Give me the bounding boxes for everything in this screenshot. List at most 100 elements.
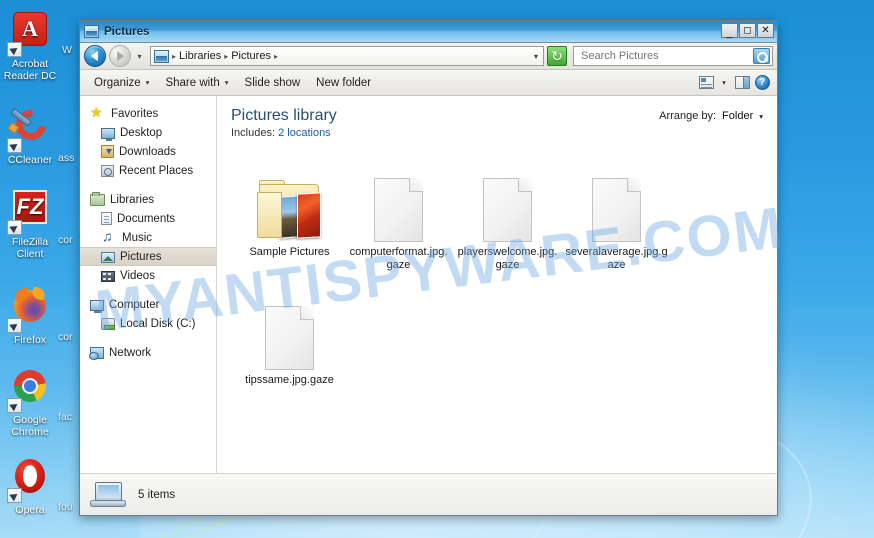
- help-icon: [754, 75, 770, 90]
- new-folder-button[interactable]: New folder: [308, 74, 379, 92]
- new-folder-label: New folder: [316, 76, 372, 89]
- sidebar-item-music[interactable]: Music: [80, 228, 216, 247]
- chevron-down-icon: ▾: [722, 78, 726, 87]
- desktop-icon-filezilla-client[interactable]: FZ FileZilla Client: [0, 190, 60, 260]
- breadcrumb-separator: ▸: [224, 51, 229, 61]
- maximize-button[interactable]: ◻: [739, 23, 756, 38]
- desktop-icon-acrobat-reader-dc[interactable]: A Acrobat Reader DC: [0, 12, 60, 82]
- local-disk-icon: [101, 318, 115, 330]
- desktop-icon-label: Acrobat Reader DC: [3, 58, 57, 82]
- obscured-desktop-label: W: [62, 44, 72, 56]
- sidebar-label: Computer: [109, 298, 160, 311]
- chevron-down-icon: ▾: [759, 111, 763, 121]
- chrome-icon: [7, 368, 52, 413]
- library-header: Pictures library Includes: 2 locations A…: [217, 96, 777, 143]
- content-pane: Pictures library Includes: 2 locations A…: [217, 96, 777, 473]
- obscured-desktop-label: cor: [58, 331, 73, 343]
- sidebar-item-favorites[interactable]: Favorites: [80, 104, 216, 123]
- forward-button[interactable]: [109, 45, 131, 67]
- minimize-button[interactable]: _: [721, 23, 738, 39]
- view-dropdown-button[interactable]: ▾: [717, 75, 731, 91]
- sidebar-item-downloads[interactable]: Downloads: [80, 142, 216, 161]
- nav-group-libraries: Libraries Documents Music Pictures: [80, 190, 216, 285]
- file-name: playerswelcome.jpg.gaze: [457, 246, 558, 271]
- recent-places-icon: [101, 165, 114, 177]
- window-controls: _ ◻ ✕: [721, 23, 774, 39]
- search-box[interactable]: [573, 46, 773, 66]
- sidebar-item-recent-places[interactable]: Recent Places: [80, 161, 216, 180]
- breadcrumb-separator: ▸: [172, 51, 177, 61]
- organize-label: Organize: [94, 76, 141, 89]
- file-icon-wrap: [456, 156, 559, 242]
- sidebar-label: Downloads: [119, 145, 176, 158]
- blank-document-icon: [265, 306, 314, 370]
- slide-show-button[interactable]: Slide show: [237, 74, 309, 92]
- sidebar-item-documents[interactable]: Documents: [80, 209, 216, 228]
- sidebar-label: Network: [109, 346, 152, 359]
- file-item-sample-pictures[interactable]: Sample Pictures: [235, 151, 344, 279]
- change-view-button[interactable]: [697, 75, 715, 91]
- ccleaner-icon: [7, 103, 53, 153]
- arrange-by-value[interactable]: Folder: [722, 110, 753, 122]
- organize-button[interactable]: Organize ▾: [86, 74, 157, 92]
- desktop-icon-label: Opera: [15, 504, 45, 516]
- address-dropdown-caret[interactable]: ▾: [534, 52, 540, 61]
- sidebar-item-videos[interactable]: Videos: [80, 266, 216, 285]
- close-button[interactable]: ✕: [757, 23, 774, 38]
- search-input[interactable]: [579, 49, 753, 63]
- help-button[interactable]: [753, 75, 771, 91]
- window-title: Pictures: [104, 25, 150, 38]
- desktop-icon: [101, 127, 115, 141]
- sidebar-item-pictures[interactable]: Pictures: [80, 247, 216, 266]
- title-bar[interactable]: Pictures _ ◻ ✕: [80, 21, 777, 43]
- sidebar-label: Pictures: [120, 250, 162, 263]
- desktop-icon-google-chrome[interactable]: Google Chrome: [0, 368, 60, 438]
- file-item-severalaverage[interactable]: severalaverage.jpg.gaze: [562, 151, 671, 279]
- file-item-tipssame[interactable]: tipssame.jpg.gaze: [235, 279, 344, 394]
- file-item-computerformat[interactable]: computerformat.jpg.gaze: [344, 151, 453, 279]
- sidebar-item-local-disk[interactable]: Local Disk (C:): [80, 314, 216, 333]
- desktop-icon-ccleaner[interactable]: CCleaner: [0, 103, 60, 166]
- breadcrumb-pictures[interactable]: Pictures: [231, 50, 271, 62]
- file-icon-wrap: [565, 156, 668, 242]
- address-bar[interactable]: ▸ Libraries ▸ Pictures ▸ ▾: [150, 46, 544, 66]
- sidebar-label: Local Disk (C:): [120, 317, 196, 330]
- obscured-desktop-label: cor: [58, 234, 73, 246]
- desktop-icon-firefox[interactable]: Firefox: [0, 286, 60, 346]
- page-title: Pictures library: [231, 107, 337, 124]
- recent-pages-caret[interactable]: ▾: [134, 52, 145, 61]
- search-icon[interactable]: [753, 48, 770, 64]
- sidebar-label: Documents: [117, 212, 176, 225]
- desktop-icon-opera[interactable]: Opera: [0, 458, 60, 516]
- obscured-desktop-label: ass: [58, 152, 75, 164]
- refresh-button[interactable]: [547, 46, 567, 66]
- sidebar-item-computer[interactable]: Computer: [80, 295, 216, 314]
- sidebar-label: Desktop: [120, 126, 163, 139]
- desktop-icon-label: Firefox: [13, 334, 47, 346]
- sidebar-label: Recent Places: [119, 164, 194, 177]
- sidebar-label: Favorites: [111, 107, 159, 120]
- file-icon-wrap: [238, 156, 341, 242]
- star-icon: [90, 104, 106, 121]
- arrange-by-control[interactable]: Arrange by: Folder ▾: [659, 106, 763, 122]
- sidebar-item-network[interactable]: Network: [80, 343, 216, 362]
- file-icon-wrap: [347, 156, 450, 242]
- nav-group-network: Network: [80, 343, 216, 362]
- breadcrumb-libraries[interactable]: Libraries: [179, 50, 221, 62]
- file-name: tipssame.jpg.gaze: [245, 374, 334, 386]
- sidebar-item-libraries[interactable]: Libraries: [80, 190, 216, 209]
- file-item-playerswelcome[interactable]: playerswelcome.jpg.gaze: [453, 151, 562, 279]
- navigation-pane: Favorites Desktop Downloads Recent Place…: [80, 96, 217, 473]
- library-icon: [90, 192, 105, 206]
- includes-locations-link[interactable]: 2 locations: [278, 127, 331, 139]
- preview-pane-button[interactable]: [733, 75, 751, 91]
- desktop-icon-label: CCleaner: [7, 154, 53, 166]
- back-button[interactable]: [84, 45, 106, 67]
- slide-show-label: Slide show: [244, 76, 301, 89]
- sidebar-item-desktop[interactable]: Desktop: [80, 123, 216, 142]
- blank-document-icon: [483, 178, 532, 242]
- desktop-icon-label: Google Chrome: [11, 414, 49, 438]
- address-folder-icon: [154, 49, 169, 63]
- share-with-button[interactable]: Share with ▾: [157, 74, 236, 92]
- navigation-bar: ▾ ▸ Libraries ▸ Pictures ▸ ▾: [80, 43, 777, 70]
